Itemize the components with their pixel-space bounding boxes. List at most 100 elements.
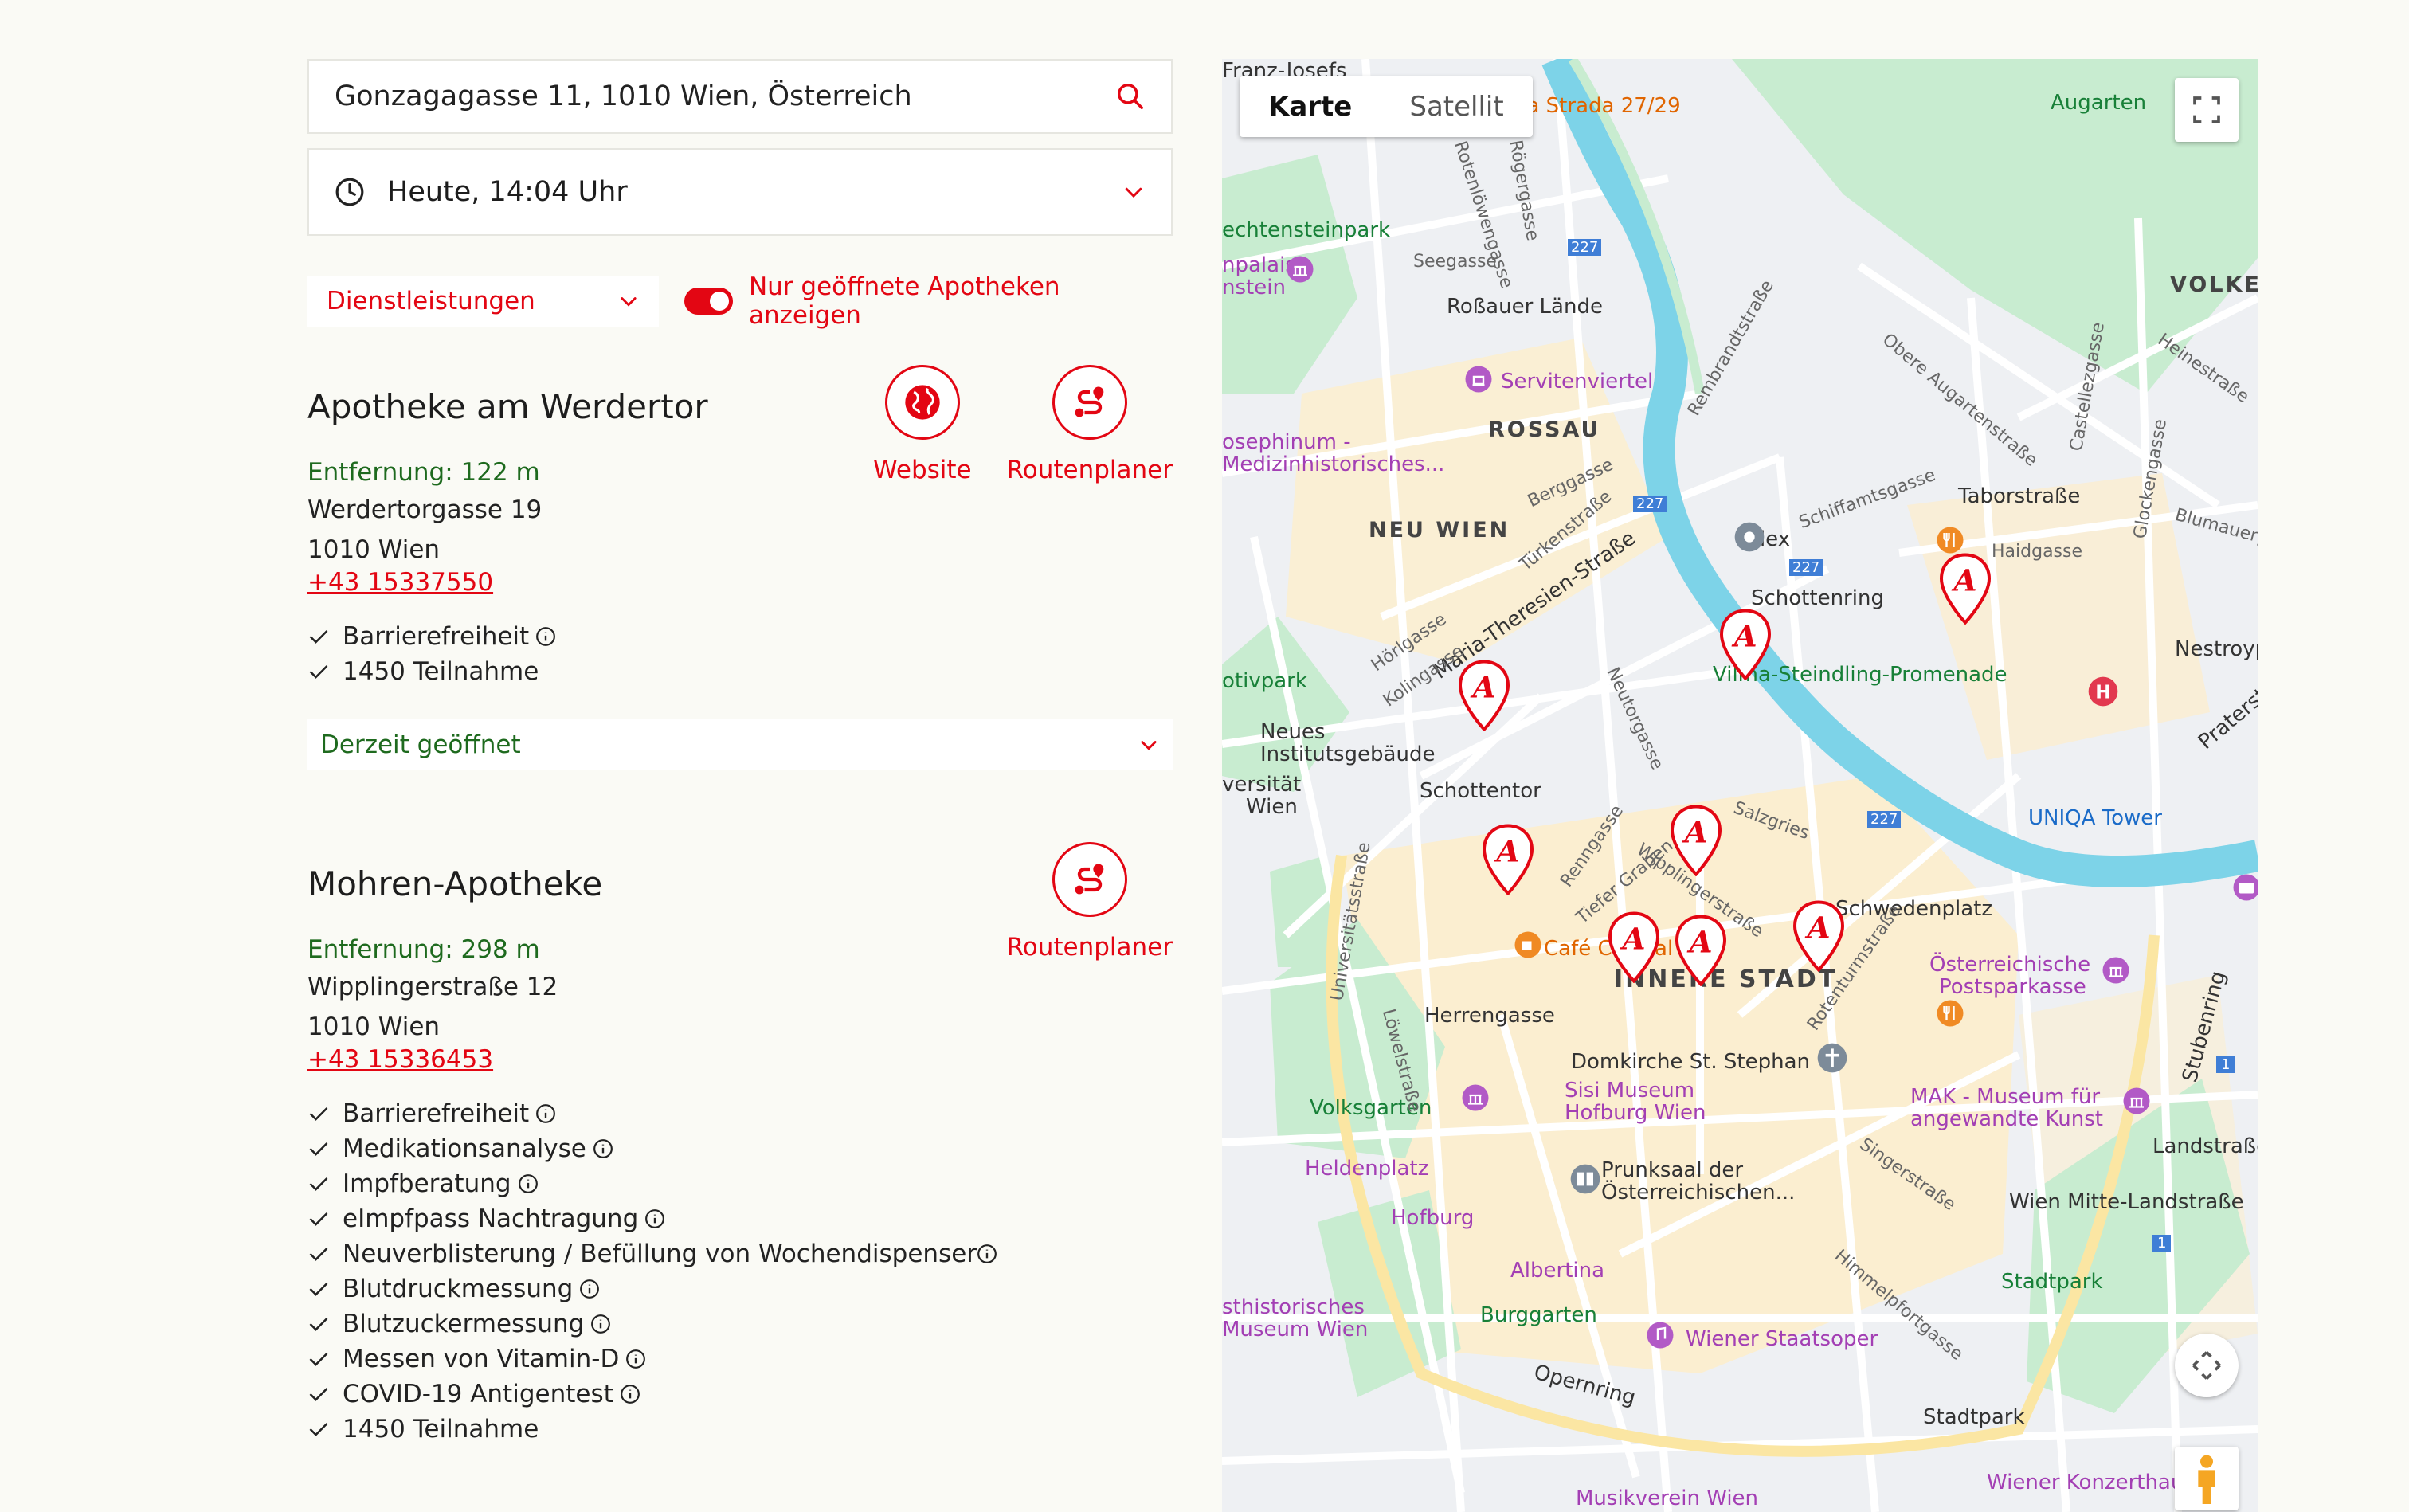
- feature-item: Blutdruckmessung: [307, 1271, 1173, 1306]
- feature-item: Messen von Vitamin-D: [307, 1342, 1173, 1377]
- open-only-label[interactable]: Nur geöffnete Apotheken anzeigen: [749, 272, 1173, 330]
- map-label: Servitenviertel: [1501, 370, 1654, 394]
- hospital-icon[interactable]: H: [2087, 676, 2119, 707]
- restaurant-icon[interactable]: [1936, 526, 1964, 554]
- services-dropdown[interactable]: Dienstleistungen: [307, 276, 660, 327]
- check-icon: [309, 1212, 328, 1226]
- map-label: VOLKER: [2170, 272, 2258, 297]
- city: 1010 Wien: [307, 1013, 441, 1041]
- map-label: Schottenring: [1751, 586, 1884, 610]
- route-shield: 227: [1789, 559, 1823, 576]
- info-icon[interactable]: [579, 1279, 600, 1299]
- pharmacy-marker-icon[interactable]: A: [1668, 805, 1724, 876]
- fullscreen-button[interactable]: [2175, 78, 2239, 142]
- info-icon[interactable]: [535, 1103, 556, 1124]
- svg-text:A: A: [1951, 563, 1976, 598]
- check-icon: [309, 1177, 328, 1191]
- address-search[interactable]: Gonzagagasse 11, 1010 Wien, Österreich: [307, 59, 1173, 134]
- services-dropdown-label: Dienstleistungen: [327, 287, 535, 315]
- map-label: Nestroyp: [2175, 637, 2258, 661]
- check-icon: [309, 1107, 328, 1121]
- map-label: Taborstraße: [1958, 484, 2081, 508]
- pharmacy-marker-icon[interactable]: A: [1791, 900, 1847, 972]
- route-shield: 227: [1867, 811, 1902, 828]
- time-select[interactable]: Heute, 14:04 Uhr: [307, 148, 1173, 236]
- route-planner-button[interactable]: Routenplaner: [1007, 365, 1173, 484]
- map[interactable]: Franz-Josefs La Strada 27/29 Augarten ec…: [1222, 59, 2258, 1512]
- info-icon[interactable]: [590, 1314, 611, 1334]
- church-icon[interactable]: [1816, 1042, 1848, 1074]
- chevron-down-icon: [621, 297, 637, 307]
- info-icon[interactable]: [620, 1384, 640, 1404]
- museum-icon[interactable]: [1461, 1083, 1490, 1112]
- pharmacy-marker-icon[interactable]: A: [1937, 553, 1993, 625]
- check-icon: [309, 665, 328, 679]
- route-icon: [1075, 386, 1104, 417]
- opening-hours-toggle[interactable]: Derzeit geöffnet: [307, 719, 1173, 770]
- map-label: Domkirche St. Stephan: [1571, 1050, 1811, 1074]
- map-label: NEU WIEN: [1369, 518, 1510, 543]
- tab-map[interactable]: Karte: [1240, 76, 1381, 137]
- museum-icon[interactable]: [1286, 255, 1314, 284]
- restaurant-icon[interactable]: [1936, 999, 1964, 1028]
- map-label: Augarten: [2051, 91, 2147, 115]
- map-label: npalais: [1222, 253, 1296, 277]
- map-label: Neues: [1260, 720, 1326, 744]
- cafe-icon[interactable]: [1514, 930, 1542, 959]
- chevron-down-icon: [1141, 741, 1157, 750]
- map-label: Stadtpark: [2001, 1270, 2103, 1294]
- route-planner-button[interactable]: Routenplaner: [1007, 842, 1173, 962]
- info-icon[interactable]: [977, 1244, 997, 1264]
- camera-icon[interactable]: [2232, 873, 2258, 902]
- info-icon[interactable]: [535, 626, 556, 647]
- library-icon[interactable]: [1569, 1163, 1601, 1195]
- museum-icon[interactable]: [2122, 1087, 2151, 1115]
- pharmacy-marker-icon[interactable]: A: [1456, 660, 1512, 731]
- pan-control-button[interactable]: [2175, 1334, 2239, 1397]
- map-label: ROSSAU: [1488, 417, 1601, 442]
- feature-item: Barrierefreiheit: [307, 1096, 1173, 1131]
- map-label: Wiener Konzerthau: [1987, 1471, 2184, 1494]
- tab-satellite[interactable]: Satellit: [1381, 76, 1532, 137]
- map-label: Landstraße: [2152, 1134, 2258, 1158]
- map-label: Wien Mitte-Landstraße: [2009, 1190, 2244, 1214]
- street-view-button[interactable]: [2175, 1447, 2239, 1510]
- map-label: sthistorisches: [1222, 1295, 1365, 1319]
- pharmacy-marker-icon[interactable]: A: [1480, 824, 1536, 895]
- museum-icon[interactable]: [2102, 956, 2130, 985]
- map-canvas[interactable]: [1222, 59, 2258, 1512]
- svg-text:H: H: [2095, 680, 2111, 703]
- map-label: Heldenplatz: [1305, 1157, 1429, 1181]
- music-icon[interactable]: [1646, 1321, 1675, 1349]
- info-icon[interactable]: [625, 1349, 646, 1369]
- phone-link[interactable]: +43 15336453: [307, 1045, 493, 1074]
- info-icon[interactable]: [644, 1208, 665, 1229]
- landmark-icon[interactable]: [1464, 365, 1493, 394]
- search-input[interactable]: Gonzagagasse 11, 1010 Wien, Österreich: [335, 80, 912, 112]
- map-label: Stadtpark: [1923, 1405, 2025, 1429]
- open-status: Derzeit geöffnet: [320, 731, 521, 759]
- pharmacy-marker-icon[interactable]: A: [1606, 911, 1662, 983]
- search-icon[interactable]: [1115, 81, 1146, 112]
- info-icon[interactable]: [518, 1173, 539, 1194]
- map-label: Roßauer Lände: [1447, 295, 1603, 319]
- map-label: Hofburg Wien: [1565, 1101, 1706, 1125]
- feature-item: COVID-19 Antigentest: [307, 1377, 1173, 1412]
- feature-item: 1450 Teilnahme: [307, 654, 1173, 689]
- map-label: Sisi Museum: [1565, 1079, 1695, 1103]
- pharmacy-marker-icon[interactable]: A: [1673, 915, 1729, 986]
- map-label: nstein: [1222, 276, 1286, 300]
- map-label: La Strada 27/29: [1515, 94, 1681, 118]
- route-shield: 1: [2152, 1235, 2172, 1252]
- open-only-toggle[interactable]: [684, 288, 733, 315]
- map-label: Herrengasse: [1424, 1004, 1555, 1028]
- route-shield: 227: [1633, 496, 1667, 512]
- pharmacy-card: Mohren-Apotheke Routenplaner Entfernung:…: [307, 842, 1173, 1447]
- feature-item: Blutzuckermessung: [307, 1306, 1173, 1342]
- info-icon[interactable]: [593, 1138, 613, 1159]
- venue-pin-icon[interactable]: [1733, 521, 1765, 553]
- website-button[interactable]: Website: [873, 365, 972, 484]
- check-icon: [309, 1283, 328, 1296]
- phone-link[interactable]: +43 15337550: [307, 568, 493, 597]
- pharmacy-marker-icon[interactable]: A: [1718, 609, 1773, 680]
